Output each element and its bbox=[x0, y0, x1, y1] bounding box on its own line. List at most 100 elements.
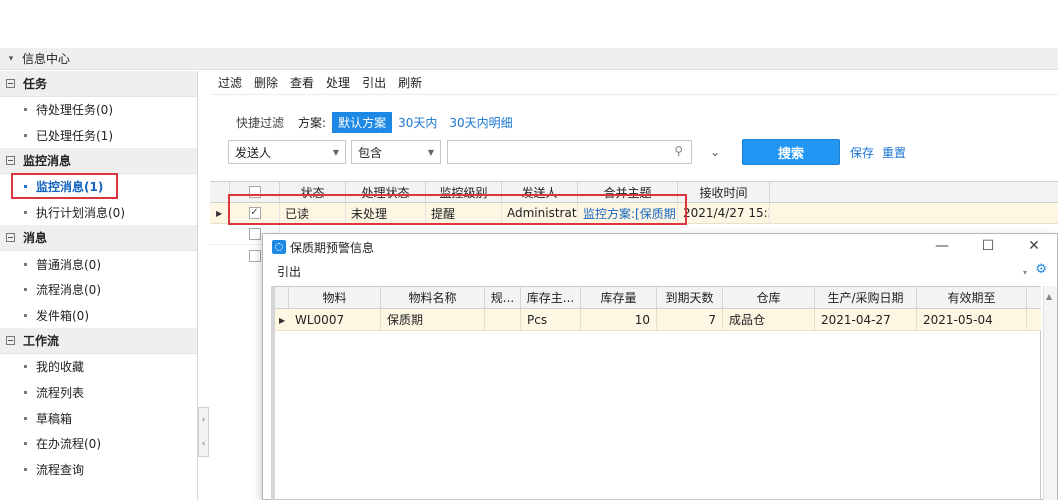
highlight-box bbox=[228, 194, 687, 225]
scheme-label: 方案: bbox=[298, 116, 327, 130]
dialog-export-button[interactable]: 引出 bbox=[277, 263, 301, 280]
cell-stock-qty: 10 bbox=[581, 309, 657, 330]
cell-prod-date: 2021-04-27 bbox=[815, 309, 917, 330]
sidebar-item-normal-messages[interactable]: 普通消息(0) bbox=[0, 251, 197, 277]
sidebar-item-flow-messages[interactable]: 流程消息(0) bbox=[0, 277, 197, 303]
dialog-grid-header: 物料 物料名称 规... 库存主... 库存量 到期天数 仓库 生产/采购日期 … bbox=[275, 287, 1041, 309]
collapse-caret-icon[interactable]: ▾ bbox=[0, 54, 22, 64]
col-material[interactable]: 物料 bbox=[289, 287, 381, 308]
window-controls: — ☐ ✕ bbox=[919, 234, 1057, 260]
dialog-grid: 物料 物料名称 规... 库存主... 库存量 到期天数 仓库 生产/采购日期 … bbox=[271, 286, 1041, 500]
cell-days-left: 7 bbox=[657, 309, 723, 330]
sidebar-collapse-handle[interactable]: › ‹ bbox=[198, 407, 209, 457]
scroll-up-icon[interactable]: ▲ bbox=[1046, 292, 1052, 301]
row-indicator-header bbox=[210, 182, 230, 202]
field-select[interactable]: 发送人 ▼ bbox=[228, 140, 346, 164]
search-icon[interactable]: ⚲ bbox=[674, 144, 683, 158]
col-stock-qty[interactable]: 库存量 bbox=[581, 287, 657, 308]
view-button[interactable]: 查看 bbox=[290, 74, 314, 91]
panel-title-bar[interactable]: ▾ 信息中心 bbox=[0, 48, 1058, 70]
sidebar-item-label: 在办流程(0) bbox=[36, 437, 101, 452]
gear-icon[interactable]: ⚙ bbox=[1035, 262, 1047, 277]
refresh-button[interactable]: 刷新 bbox=[398, 74, 422, 91]
bullet-icon bbox=[24, 467, 27, 471]
cell-stock-unit: Pcs bbox=[521, 309, 581, 330]
col-spec[interactable]: 规... bbox=[485, 287, 521, 308]
save-link[interactable]: 保存 bbox=[850, 144, 874, 161]
bullet-icon bbox=[24, 288, 27, 292]
cell-time: 2021/4/27 15:38 bbox=[678, 203, 770, 223]
panel-title: 信息中心 bbox=[22, 52, 71, 66]
sidebar: 任务 待处理任务(0) 已处理任务(1) 监控消息 监控消息(1) 执行计划消息… bbox=[0, 71, 198, 500]
scheme-default-option[interactable]: 默认方案 bbox=[332, 112, 393, 133]
dialog-scrollbar[interactable]: ▲ bbox=[1043, 286, 1057, 500]
row-checkbox[interactable] bbox=[248, 249, 261, 262]
process-button[interactable]: 处理 bbox=[326, 74, 350, 91]
search-button[interactable]: 搜索 bbox=[742, 139, 840, 165]
sidebar-item-label: 已处理任务(1) bbox=[36, 128, 113, 143]
collapse-minus-icon[interactable] bbox=[6, 79, 15, 88]
close-icon[interactable]: ✕ bbox=[1011, 234, 1057, 260]
dropdown-arrow-icon: ▼ bbox=[427, 147, 434, 157]
search-row: 发送人 ▼ 包含 ▼ ⚲ ⌄ 搜索 保存 重置 bbox=[228, 139, 906, 165]
sidebar-item-done-tasks[interactable]: 已处理任务(1) bbox=[0, 123, 197, 149]
dialog-title-bar[interactable]: 保质期预警信息 — ☐ ✕ bbox=[263, 234, 1057, 260]
sidebar-item-favorites[interactable]: 我的收藏 bbox=[0, 354, 197, 380]
collapse-minus-icon[interactable] bbox=[6, 233, 15, 243]
row-indicator-header bbox=[275, 287, 289, 308]
col-stock-unit[interactable]: 库存主... bbox=[521, 287, 581, 308]
col-material-name[interactable]: 物料名称 bbox=[381, 287, 485, 308]
col-time[interactable]: 接收时间 bbox=[678, 182, 770, 202]
sidebar-group-tasks[interactable]: 任务 bbox=[0, 71, 197, 97]
col-prod-date[interactable]: 生产/采购日期 bbox=[815, 287, 917, 308]
dropdown-arrow-icon: ▼ bbox=[332, 147, 339, 157]
sidebar-item-drafts[interactable]: 草稿箱 bbox=[0, 405, 197, 431]
sidebar-item-label: 流程消息(0) bbox=[36, 283, 101, 298]
maximize-icon[interactable]: ☐ bbox=[965, 234, 1011, 260]
sidebar-item-flow-query[interactable]: 流程查询 bbox=[0, 457, 197, 483]
row-checkbox[interactable] bbox=[248, 228, 261, 240]
operator-select-value: 包含 bbox=[358, 145, 383, 160]
collapse-minus-icon[interactable] bbox=[6, 156, 15, 166]
export-button[interactable]: 引出 bbox=[362, 74, 386, 91]
bullet-icon bbox=[24, 365, 27, 369]
filter-button[interactable]: 过滤 bbox=[218, 74, 242, 91]
sidebar-item-label: 待处理任务(0) bbox=[36, 103, 113, 118]
group-label: 任务 bbox=[23, 77, 48, 91]
col-expiry[interactable]: 有效期至 bbox=[917, 287, 1027, 308]
reset-link[interactable]: 重置 bbox=[882, 144, 906, 161]
sidebar-item-label: 执行计划消息(0) bbox=[36, 206, 125, 221]
sidebar-item-label: 发件箱(0) bbox=[36, 308, 89, 323]
sidebar-item-flow-list[interactable]: 流程列表 bbox=[0, 380, 197, 406]
sidebar-group-workflow[interactable]: 工作流 bbox=[0, 328, 197, 355]
sidebar-item-in-progress[interactable]: 在办流程(0) bbox=[0, 431, 197, 457]
search-input[interactable]: ⚲ bbox=[447, 140, 692, 164]
bullet-icon bbox=[24, 416, 27, 420]
operator-select[interactable]: 包含 ▼ bbox=[351, 140, 441, 164]
expand-double-chevron-icon[interactable]: ⌄ bbox=[702, 145, 728, 159]
dialog-title: 保质期预警信息 bbox=[290, 240, 375, 255]
col-days-left[interactable]: 到期天数 bbox=[657, 287, 723, 308]
chevron-left-icon[interactable]: ‹ bbox=[202, 439, 206, 449]
quick-filter-label: 快捷过滤 bbox=[236, 116, 285, 130]
col-warehouse[interactable]: 仓库 bbox=[723, 287, 815, 308]
sidebar-item-outbox[interactable]: 发件箱(0) bbox=[0, 303, 197, 329]
dropdown-arrow-icon[interactable]: ▾ bbox=[1023, 268, 1027, 277]
chevron-right-icon[interactable]: › bbox=[202, 415, 206, 425]
sidebar-item-schedule-messages[interactable]: 执行计划消息(0) bbox=[0, 200, 197, 226]
sidebar-item-label: 流程列表 bbox=[36, 386, 85, 401]
collapse-minus-icon[interactable] bbox=[6, 336, 15, 346]
table-row[interactable]: ▶ WL0007 保质期 Pcs 10 7 成品仓 2021-04-27 202… bbox=[275, 309, 1041, 331]
minimize-icon[interactable]: — bbox=[919, 234, 965, 260]
expiry-warning-dialog: 保质期预警信息 — ☐ ✕ 引出 ▾ ⚙ 物料 物料名称 规... 库存主...… bbox=[262, 233, 1058, 500]
bullet-icon bbox=[24, 442, 27, 446]
field-select-value: 发送人 bbox=[235, 145, 272, 160]
scheme-30days-detail-option[interactable]: 30天内明细 bbox=[449, 114, 512, 131]
delete-button[interactable]: 删除 bbox=[254, 74, 278, 91]
bullet-icon bbox=[24, 262, 27, 266]
scheme-30days-option[interactable]: 30天内 bbox=[398, 114, 437, 131]
sidebar-group-messages[interactable]: 消息 bbox=[0, 225, 197, 252]
sidebar-group-monitor[interactable]: 监控消息 bbox=[0, 148, 197, 175]
sidebar-item-pending-tasks[interactable]: 待处理任务(0) bbox=[0, 97, 197, 123]
group-label: 消息 bbox=[23, 231, 48, 246]
